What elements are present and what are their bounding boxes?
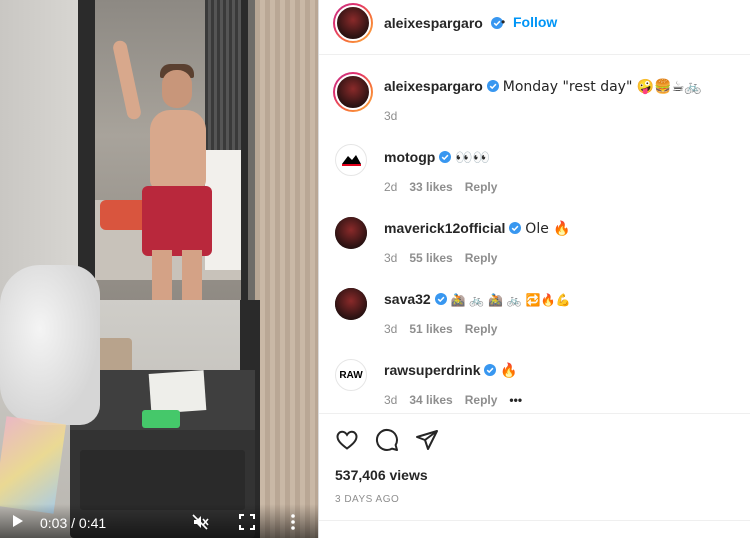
post-timestamp[interactable]: 3 DAYS AGO <box>335 494 399 505</box>
comment-likes[interactable]: 34 likes <box>409 393 452 407</box>
video-controls: 0:03 / 0:41 <box>0 504 318 538</box>
reply-button[interactable]: Reply <box>465 251 498 265</box>
fullscreen-icon[interactable] <box>238 513 256 531</box>
verified-icon <box>486 80 499 92</box>
avatar[interactable] <box>333 72 373 112</box>
comment-username[interactable]: motogp <box>384 149 435 165</box>
reply-button[interactable]: Reply <box>465 393 498 407</box>
comment-likes[interactable]: 33 likes <box>409 180 452 194</box>
verified-icon <box>509 222 522 234</box>
comment-text: 🚵 🚲 🚵 🚲 🔁🔥💪 <box>450 293 571 307</box>
post-actions: 537,406 views 3 DAYS AGO <box>319 413 750 538</box>
avatar[interactable] <box>335 217 367 249</box>
muted-icon[interactable] <box>191 513 209 531</box>
post-panel: aleixespargaro • Follow aleixespargaro M… <box>318 0 750 538</box>
verified-icon <box>439 151 452 163</box>
avatar[interactable] <box>335 288 367 320</box>
view-count[interactable]: 537,406 views <box>335 467 428 483</box>
comment-likes[interactable]: 55 likes <box>409 251 452 265</box>
raw-logo: RAW <box>339 369 363 381</box>
separator-dot: • <box>501 15 506 29</box>
avatar[interactable]: RAW <box>335 359 367 391</box>
comment-text: Monday "rest day" 🤪🍔☕🚲 <box>502 79 702 95</box>
comment-icon[interactable] <box>375 428 399 452</box>
comment-username[interactable]: sava32 <box>384 291 431 307</box>
comment-age[interactable]: 2d <box>384 180 397 194</box>
video-frame-wall <box>0 0 80 300</box>
video-frame-person <box>111 39 220 302</box>
comment-age[interactable]: 3d <box>384 251 397 265</box>
heart-icon[interactable] <box>335 428 359 452</box>
video-frame-curtain <box>255 0 318 538</box>
follow-button[interactable]: Follow <box>513 14 557 30</box>
comment-age[interactable]: 3d <box>384 109 397 123</box>
comment-age[interactable]: 3d <box>384 322 397 336</box>
comment-text: Ole 🔥 <box>525 221 571 237</box>
comment-username[interactable]: aleixespargaro <box>384 78 483 94</box>
reply-button[interactable]: Reply <box>465 180 498 194</box>
verified-icon <box>434 293 447 305</box>
video-frame-plastic-bag <box>0 265 100 425</box>
play-icon[interactable] <box>10 513 26 529</box>
avatar[interactable] <box>333 3 373 43</box>
comment-likes[interactable]: 51 likes <box>409 322 452 336</box>
comment-username[interactable]: rawsuperdrink <box>384 362 480 378</box>
post-header: aleixespargaro • Follow <box>319 0 750 55</box>
verified-icon <box>484 364 497 376</box>
more-options-icon[interactable]: ••• <box>509 393 522 407</box>
video-time: 0:03 / 0:41 <box>40 515 107 531</box>
motogp-logo-icon <box>342 155 361 166</box>
more-vertical-icon[interactable] <box>286 513 300 531</box>
comment-age[interactable]: 3d <box>384 393 397 407</box>
share-icon[interactable] <box>415 428 439 452</box>
avatar[interactable] <box>335 144 367 176</box>
header-username-link[interactable]: aleixespargaro <box>384 15 503 31</box>
header-username[interactable]: aleixespargaro <box>384 15 483 31</box>
video-player[interactable]: 0:03 / 0:41 <box>0 0 318 538</box>
comment-username[interactable]: maverick12official <box>384 220 505 236</box>
comment-text: 👀👀 <box>455 150 491 166</box>
comment-text: 🔥 <box>500 363 518 379</box>
reply-button[interactable]: Reply <box>465 322 498 336</box>
